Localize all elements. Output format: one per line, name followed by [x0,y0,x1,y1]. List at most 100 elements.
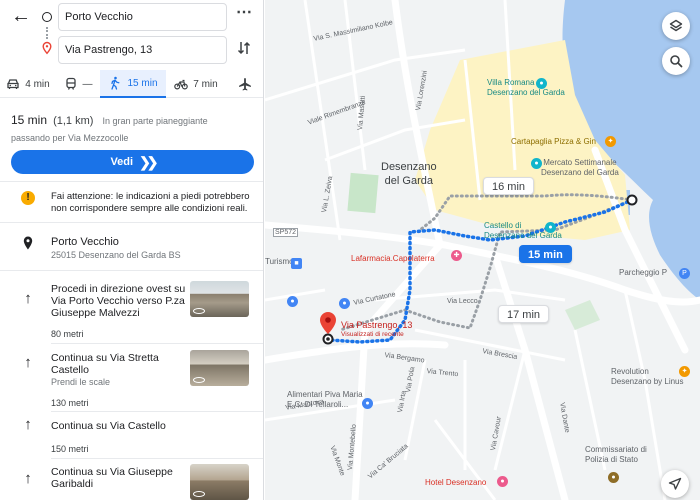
restaurant-icon[interactable]: ✦ [605,136,616,147]
castle-icon[interactable]: ● [545,222,556,233]
street-view-thumbnail[interactable] [190,464,249,500]
road-shield: SP572 [273,228,299,237]
navigation-arrow-icon [668,477,682,490]
step-note: Prendi le scale [51,377,111,387]
origin-marker[interactable] [626,194,638,206]
museum-icon[interactable]: ● [536,78,547,89]
my-location-button[interactable] [661,470,689,498]
go-button[interactable]: Vedi ❯❯ [11,150,254,174]
place-farmacia[interactable]: Lafarmacia.Capolaterra [351,254,435,263]
warning-icon: ! [21,191,35,205]
place-mercato[interactable]: Mercato Settimanale Desenzano del Garda [541,158,619,178]
route-summary: 15 min (1,1 km) In gran parte pianeggian… [11,113,208,127]
route-dots-icon [46,27,48,39]
place-hotel[interactable]: Hotel Desenzano [425,478,486,487]
straight-arrow-icon: ↑ [24,470,32,487]
destination-dot-center [326,337,330,341]
car-icon [7,79,19,89]
route-via: passando per Via Mezzocolle [11,133,129,143]
back-arrow-icon[interactable]: ← [10,6,32,28]
search-map-button[interactable] [662,47,690,75]
origin-input[interactable]: Porto Vecchio [58,3,227,31]
mode-transit[interactable]: — [56,70,100,98]
route-terrain: In gran parte pianeggiante [102,116,208,126]
place-commissariato[interactable]: Commissariato di Polizia di Stato [585,445,647,465]
walk-icon [111,76,120,90]
market-icon[interactable]: ● [531,158,542,169]
straight-arrow-icon: ↑ [24,354,32,371]
mode-transit-label: — [82,78,93,90]
step-instruction[interactable]: Continua su Via Castello [51,420,186,432]
mode-driving-label: 4 min [25,78,50,90]
step-distance: 130 metri [51,398,89,408]
travel-mode-tabs: 4 min — 15 min 7 min [0,70,263,98]
step-distance: 80 metri [51,329,84,339]
destination-pin-hole [325,317,331,323]
360-icon [193,491,205,497]
bus-stop-icon[interactable]: ■ [291,258,302,269]
swap-icon[interactable] [235,40,253,62]
destination-input[interactable]: Via Pastrengo, 13 [58,36,227,64]
straight-arrow-icon: ↑ [24,416,32,433]
destination-pin-icon [40,41,54,55]
place-cartapaglia[interactable]: Cartapaglia Pizza & Gin [511,137,596,146]
search-icon [670,55,683,68]
map-base [265,0,700,500]
shopping-icon[interactable]: ● [339,298,350,309]
grocery-icon[interactable]: ● [362,398,373,409]
park-area [347,172,379,214]
restaurant-icon[interactable]: ✦ [679,366,690,377]
divider [0,270,263,271]
step-instruction[interactable]: Continua su Via Giuseppe Garibaldi [51,466,186,490]
destination-pin-marker[interactable] [320,312,336,334]
street-view-thumbnail[interactable] [190,281,249,317]
place-turismo[interactable]: Turismo [265,257,294,266]
directions-panel: ← Porto Vecchio Via Pastrengo, 13 ⋯ 4 mi… [0,0,264,500]
map-view[interactable]: Desenzano del Garda Villa Romana di Dese… [265,0,700,500]
divider [0,222,263,223]
divider [51,343,263,344]
destination-map-label[interactable]: Via Pastrengo, 13 [341,320,412,330]
layers-button[interactable] [662,12,690,40]
bike-icon [174,79,189,90]
route-distance: (1,1 km) [53,115,94,127]
mode-driving[interactable]: 4 min [0,70,56,98]
mode-flight[interactable] [226,70,263,98]
police-icon[interactable]: ● [608,472,619,483]
divider [51,411,263,412]
step-instruction[interactable]: Continua su Via Stretta Castello [51,352,186,376]
shopping-icon[interactable]: ● [287,296,298,307]
place-parcheggio[interactable]: Parcheggio P [619,268,667,277]
warning-text: Fai attenzione: le indicazioni a piedi p… [51,191,250,214]
start-place-name[interactable]: Porto Vecchio [51,236,119,248]
flight-icon [239,78,251,91]
mode-walking-label: 15 min [127,77,158,89]
more-options-icon[interactable]: ⋯ [235,5,253,26]
route-time-chip-alt1[interactable]: 16 min [483,177,535,195]
route-time-chip-primary[interactable]: 15 min [519,245,572,263]
town-label: Desenzano del Garda [381,161,437,187]
route-time: 15 min [11,113,48,127]
divider [51,458,263,459]
pharmacy-icon[interactable]: ✚ [451,250,462,261]
route-time-chip-alt2[interactable]: 17 min [498,305,550,323]
hotel-icon[interactable]: ● [497,476,508,487]
divider [0,181,263,182]
layers-icon [669,19,683,32]
step-distance: 150 metri [51,444,89,454]
start-pin-icon [23,236,33,250]
start-place-address: 25015 Desenzano del Garda BS [51,250,181,260]
street-view-thumbnail[interactable] [190,350,249,386]
origin-circle-icon [40,10,54,24]
place-villa-romana[interactable]: Villa Romana di Desenzano del Garda [487,78,565,98]
step-instruction[interactable]: Procedi in direzione ovest su Via Porto … [51,283,186,319]
double-chevron-icon: ❯❯ [139,153,159,170]
place-revolution[interactable]: Revolution Desenzano by Linus [611,367,684,387]
mode-walking[interactable]: 15 min [100,70,166,98]
mode-cycling-label: 7 min [193,78,218,90]
mode-cycling[interactable]: 7 min [166,70,226,98]
parking-icon[interactable]: P [679,268,690,279]
straight-arrow-icon: ↑ [24,290,32,307]
go-button-label: Vedi [110,156,134,168]
road-label: Via Lecco [447,298,478,305]
